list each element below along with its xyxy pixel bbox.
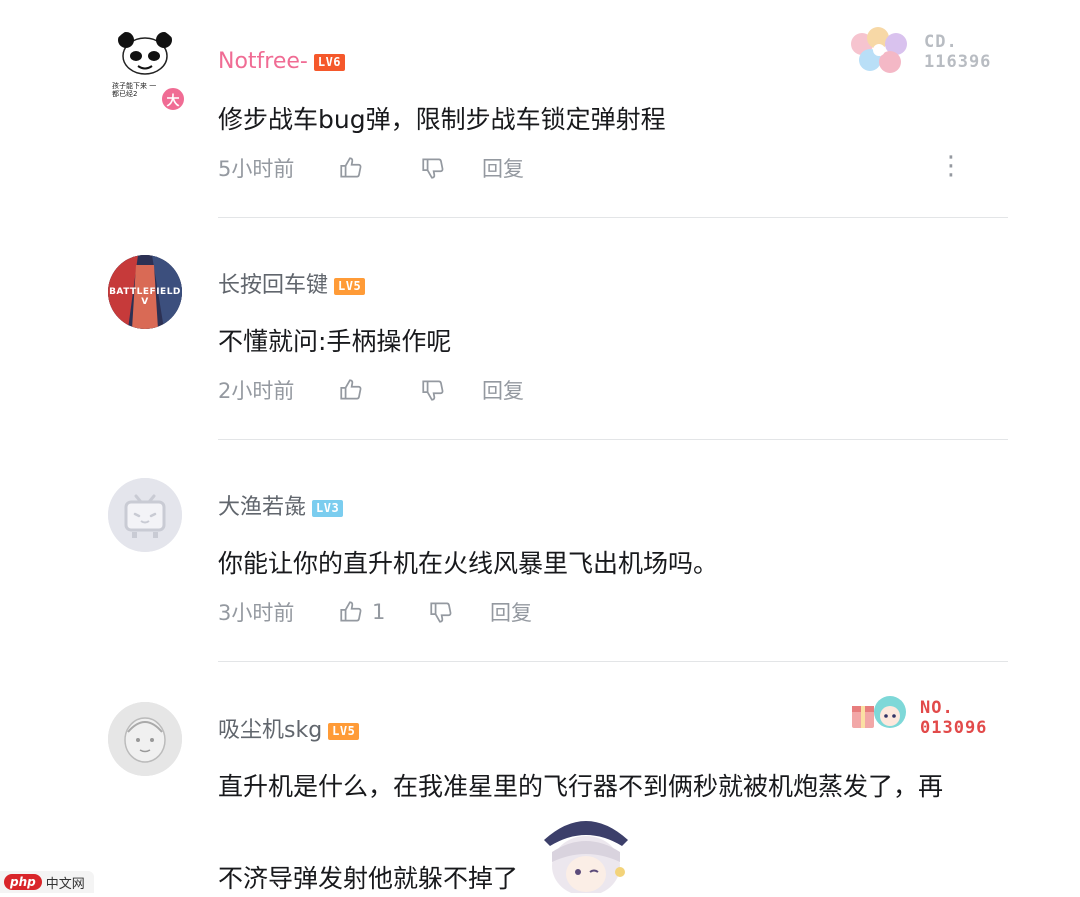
reply-button[interactable]: 回复: [482, 153, 524, 183]
level-badge: LV6: [313, 53, 346, 71]
reply-button[interactable]: 回复: [490, 597, 532, 627]
dislike-icon[interactable]: [420, 155, 446, 181]
anime-sticker: [536, 806, 636, 896]
comment-time: 5小时前: [218, 157, 295, 181]
avatar[interactable]: [108, 702, 182, 776]
username-text[interactable]: 吸尘机skg: [218, 718, 322, 743]
comment-content: 直升机是什么，在我准星里的飞行器不到俩秒就被机炮蒸发了，再: [218, 772, 944, 801]
comment-content: 不懂就问:手柄操作呢: [218, 327, 452, 356]
fan-badge-text: CD. 116396: [924, 32, 992, 72]
comment-meta: 2小时前 回复: [218, 373, 524, 407]
username[interactable]: Notfree- LV6: [218, 48, 346, 76]
comment-meta: 3小时前 1 回复: [218, 595, 532, 629]
comment-content: 你能让你的直升机在火线风暴里飞出机场吗。: [218, 549, 719, 578]
avatar[interactable]: BATTLEFIELD V: [108, 255, 182, 329]
site-watermark: php 中文网: [0, 871, 94, 893]
username[interactable]: 大渔若彘 LV3: [218, 494, 344, 522]
username-text[interactable]: 大渔若彘: [218, 495, 306, 520]
more-options-icon[interactable]: ⋮: [938, 153, 964, 179]
level-badge: LV3: [312, 499, 344, 517]
like-count: 1: [372, 600, 386, 624]
level-badge: LV5: [328, 722, 360, 740]
divider: [218, 217, 1008, 218]
dislike-icon[interactable]: [420, 377, 446, 403]
divider: [218, 661, 1008, 662]
comment-time: 2小时前: [218, 379, 295, 403]
fan-badge-text: NO. 013096: [920, 698, 988, 738]
watermark-logo: php: [4, 874, 42, 890]
divider: [218, 439, 1008, 440]
username-text[interactable]: Notfree-: [218, 49, 308, 74]
like-icon[interactable]: [338, 155, 364, 181]
comment-meta: 5小时前 回复: [218, 151, 524, 185]
avatar-caption: 孩子能下来 一都已经2: [112, 82, 157, 98]
dislike-icon[interactable]: [428, 599, 454, 625]
username-text[interactable]: 长按回车键: [218, 273, 328, 298]
fan-badge: CD. 116396: [848, 22, 998, 82]
anime-girl-sticker-icon: [544, 821, 628, 896]
username[interactable]: 长按回车键 LV5: [218, 272, 366, 300]
default-tv-avatar-icon: [108, 478, 182, 552]
comment-content: 修步战车bug弹，限制步战车锁定弹射程: [218, 105, 666, 134]
reply-button[interactable]: 回复: [482, 375, 524, 405]
comment-content-line2: 不济导弹发射他就躲不掉了: [218, 864, 519, 893]
sketch-avatar-icon: [108, 702, 182, 776]
vip-badge: 大: [160, 86, 186, 112]
watermark-text: 中文网: [45, 876, 85, 892]
like-icon[interactable]: [338, 599, 364, 625]
fan-badge: NO. 013096: [848, 690, 998, 750]
fan-medal-icon: [852, 696, 906, 728]
avatar[interactable]: [108, 478, 182, 552]
comment-time: 3小时前: [218, 601, 295, 625]
like-icon[interactable]: [338, 377, 364, 403]
avatar-label: BATTLEFIELD V: [109, 287, 181, 307]
fan-medal-icon: [851, 27, 907, 73]
username[interactable]: 吸尘机skg LV5: [218, 717, 360, 745]
level-badge: LV5: [334, 277, 366, 295]
